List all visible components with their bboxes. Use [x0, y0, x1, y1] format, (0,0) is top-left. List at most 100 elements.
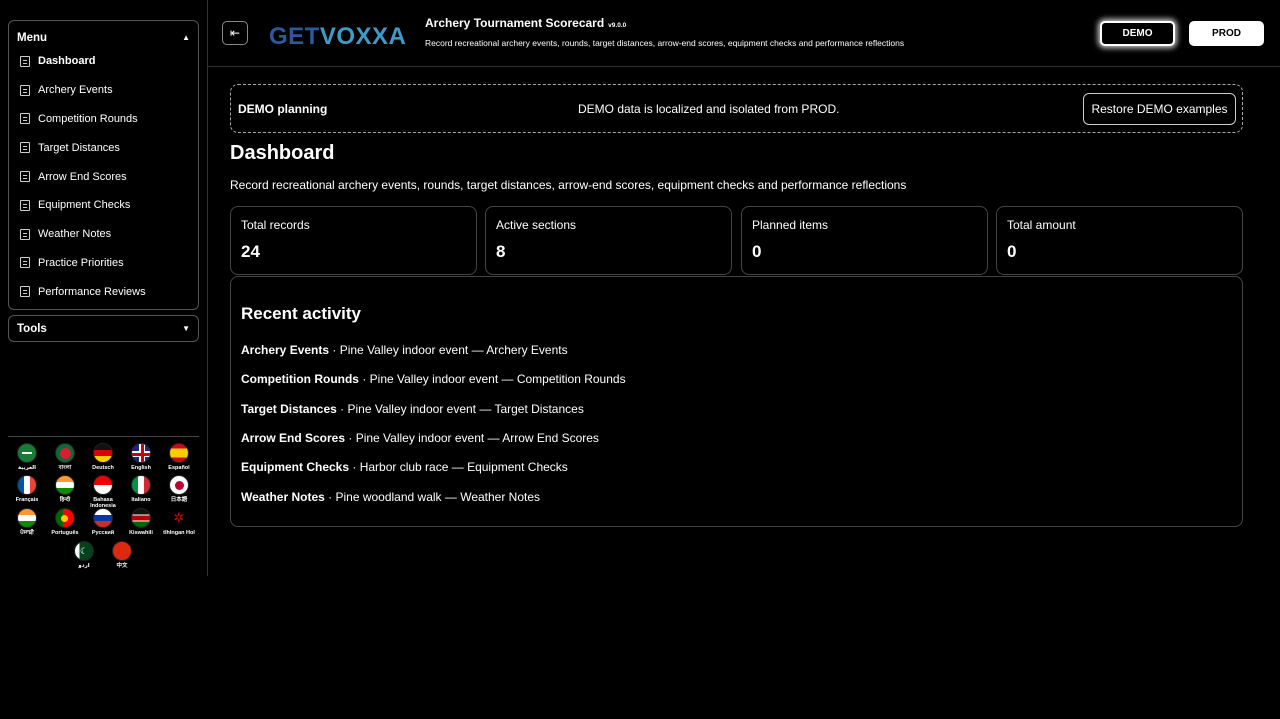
sidebar-item-dashboard[interactable]: Dashboard [9, 47, 198, 76]
sidebar-item-practice-priorities[interactable]: Practice Priorities [9, 249, 198, 278]
sidebar-item-target-distances[interactable]: Target Distances [9, 133, 198, 162]
india-flag-icon [55, 475, 75, 495]
activity-section: Weather Notes [241, 490, 325, 504]
chevron-down-icon[interactable]: ▼ [182, 324, 190, 333]
prod-button[interactable]: PROD [1189, 21, 1264, 46]
sidebar-item-equipment-checks[interactable]: Equipment Checks [9, 191, 198, 220]
tools-panel[interactable]: Tools ▼ [8, 315, 199, 342]
china-flag-icon [112, 541, 132, 561]
menu-panel: Menu ▲ Dashboard Archery Events Competit… [8, 20, 199, 310]
language-japanese[interactable]: 日本語 [161, 475, 197, 503]
spain-flag-icon [169, 443, 189, 463]
stat-label: Total records [241, 218, 310, 232]
document-icon [20, 257, 30, 269]
app-title: Archery Tournament Scorecard v9.0.0 [425, 16, 626, 30]
activity-item: Weather Notes · Pine woodland walk — Wea… [241, 490, 540, 504]
document-icon [20, 142, 30, 154]
language-label: বাংলা [58, 465, 72, 471]
language-chinese[interactable]: 中文 [104, 541, 140, 569]
language-label: Kiswahili [129, 530, 153, 536]
language-portuguese[interactable]: Português [47, 508, 83, 536]
sidebar-item-label: Arrow End Scores [38, 170, 127, 183]
document-icon [20, 199, 30, 211]
activity-section: Archery Events [241, 343, 330, 357]
sidebar-toggle-button[interactable]: ⇤ [222, 21, 248, 45]
sidebar-item-arrow-end-scores[interactable]: Arrow End Scores [9, 162, 198, 191]
activity-text: · Pine woodland walk — Weather Notes [324, 490, 541, 504]
activity-text: · Pine Valley indoor event — Competition… [358, 372, 626, 386]
activity-section: Target Distances [241, 402, 337, 416]
page-title: Dashboard [230, 142, 335, 164]
language-english[interactable]: English [123, 443, 159, 471]
language-label: Русский [91, 530, 115, 536]
language-hindi[interactable]: हिन्दी [47, 475, 83, 503]
stat-label: Planned items [752, 218, 829, 232]
activity-item: Arrow End Scores · Pine Valley indoor ev… [241, 431, 599, 445]
russia-flag-icon [93, 508, 113, 528]
sidebar-item-archery-events[interactable]: Archery Events [9, 76, 198, 105]
stat-value: 24 [241, 242, 260, 261]
language-french[interactable]: Français [9, 475, 45, 503]
language-label: 中文 [116, 563, 128, 569]
language-swahili[interactable]: Kiswahili [123, 508, 159, 536]
activity-section: Equipment Checks [241, 460, 350, 474]
stat-label: Active sections [496, 218, 577, 232]
sidebar: Menu ▲ Dashboard Archery Events Competit… [0, 0, 208, 576]
app-version: v9.0.0 [608, 22, 627, 29]
language-bengali[interactable]: বাংলা [47, 443, 83, 471]
banner-message: DEMO data is localized and isolated from… [578, 102, 840, 116]
activity-item: Equipment Checks · Harbor club race — Eq… [241, 460, 568, 474]
recent-activity-title: Recent activity [241, 304, 361, 323]
italy-flag-icon [131, 475, 151, 495]
logo-get: GET [269, 23, 320, 50]
activity-item: Archery Events · Pine Valley indoor even… [241, 343, 568, 357]
document-icon [20, 171, 30, 183]
recent-activity-panel: Recent activity Archery Events · Pine Va… [230, 276, 1243, 527]
tools-title: Tools [17, 322, 47, 335]
menu-header[interactable]: Menu ▲ [9, 21, 198, 47]
kenya-flag-icon [131, 508, 151, 528]
app-header: ⇤ GETVOXXA Archery Tournament Scorecard v… [208, 0, 1280, 67]
language-punjabi[interactable]: ਪੰਜਾਬੀ [9, 508, 45, 536]
language-label: Español [168, 465, 190, 471]
bangladesh-flag-icon [55, 443, 75, 463]
demo-button[interactable]: DEMO [1100, 21, 1175, 46]
sidebar-item-performance-reviews[interactable]: Performance Reviews [9, 277, 198, 306]
language-urdu[interactable]: ☾ اردو [66, 541, 102, 569]
activity-text: · Pine Valley indoor event — Archery Eve… [329, 343, 568, 357]
language-italian[interactable]: Italiano [123, 475, 159, 503]
language-spanish[interactable]: Español [161, 443, 197, 471]
document-icon [20, 286, 30, 298]
page-subtitle: Record recreational archery events, roun… [230, 178, 907, 192]
stat-card-planned-items: Planned items 0 [741, 206, 988, 275]
language-label: ਪੰਜਾਬੀ [20, 530, 34, 536]
document-icon [20, 113, 30, 125]
sidebar-item-label: Dashboard [38, 55, 96, 68]
language-indonesian[interactable]: Bahasa Indonesia [85, 475, 121, 509]
sidebar-item-weather-notes[interactable]: Weather Notes [9, 220, 198, 249]
pakistan-flag-icon: ☾ [74, 541, 94, 561]
language-klingon[interactable]: ✲ tlhIngan Hol [161, 508, 197, 536]
document-icon [20, 228, 30, 240]
portugal-flag-icon [55, 508, 75, 528]
language-russian[interactable]: Русский [85, 508, 121, 536]
language-label: 日本語 [170, 497, 188, 503]
activity-text: · Pine Valley indoor event — Arrow End S… [345, 431, 599, 445]
activity-section: Arrow End Scores [241, 431, 346, 445]
activity-section: Competition Rounds [241, 372, 359, 386]
indonesia-flag-icon [93, 475, 113, 495]
saudi-flag-icon [17, 443, 37, 463]
sidebar-item-label: Weather Notes [38, 228, 112, 241]
language-label: Italiano [131, 497, 151, 503]
chevron-up-icon[interactable]: ▲ [182, 33, 190, 42]
logo-oxxa: OXXA [336, 23, 407, 50]
restore-demo-button[interactable]: Restore DEMO examples [1083, 93, 1236, 125]
stat-value: 0 [752, 242, 762, 261]
language-german[interactable]: Deutsch [85, 443, 121, 471]
language-label: Français [15, 497, 39, 503]
banner-label: DEMO planning [238, 102, 328, 116]
sidebar-item-competition-rounds[interactable]: Competition Rounds [9, 105, 198, 134]
language-arabic[interactable]: العربية [9, 443, 45, 471]
document-icon [20, 55, 30, 67]
sidebar-item-label: Practice Priorities [38, 256, 124, 269]
